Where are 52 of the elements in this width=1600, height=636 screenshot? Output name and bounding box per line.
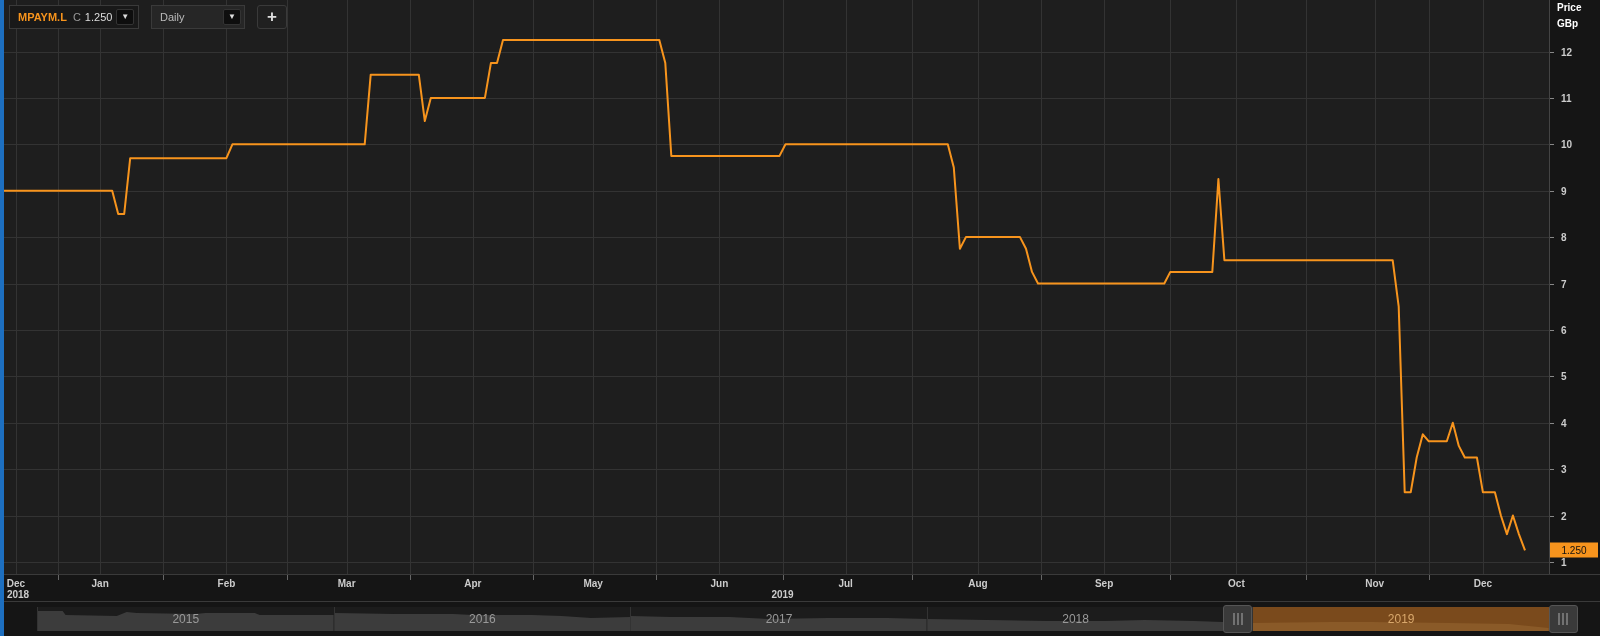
last-price-tag: 1.250 xyxy=(1550,542,1598,558)
year-label: 2018 xyxy=(1062,612,1089,626)
year-label: 2019 xyxy=(771,589,794,600)
price-label: C xyxy=(72,11,81,23)
axis-label: Jul xyxy=(838,578,853,589)
year-label: 2018 xyxy=(6,589,30,600)
axis-label: Dec xyxy=(6,578,26,589)
axis-label: Dec xyxy=(1473,578,1493,589)
axis-label: 6 xyxy=(1561,324,1567,336)
axis-label: Oct xyxy=(1228,578,1245,589)
axis-label: 2 xyxy=(1561,510,1567,522)
year-label: 2016 xyxy=(469,612,496,626)
axis-label: 8 xyxy=(1561,231,1567,243)
year-label: 2019 xyxy=(1387,612,1415,626)
axis-label: 1 xyxy=(1561,556,1567,568)
axis-label: Apr xyxy=(464,578,482,589)
timeline-segment[interactable]: 2019 xyxy=(1252,607,1549,631)
axis-label: Mar xyxy=(337,578,356,589)
range-handle[interactable] xyxy=(1548,605,1578,633)
axis-label: 9 xyxy=(1561,185,1567,197)
timeline-segment[interactable]: 2018 xyxy=(926,607,1224,631)
timeline-segment[interactable]: 2015 xyxy=(37,607,334,631)
axis-title: Price GBp xyxy=(1557,1,1583,31)
axis-label: 10 xyxy=(1561,138,1573,150)
axis-label: Nov xyxy=(1365,578,1385,589)
axis-label: 3 xyxy=(1561,463,1567,475)
grip-icon xyxy=(1232,613,1243,625)
symbol-field[interactable]: MPAYM.L C 1.250 ▼ xyxy=(9,5,139,29)
axis-label: Aug xyxy=(968,578,988,589)
year-label: 2015 xyxy=(172,612,200,626)
symbol-text: MPAYM.L xyxy=(18,11,67,23)
axis-label: 7 xyxy=(1561,278,1567,289)
axis-label: Sep xyxy=(1094,578,1114,589)
interval-text: Daily xyxy=(160,11,186,23)
timeline-segment[interactable]: 2016 xyxy=(333,607,631,631)
timeline-segment[interactable]: 2017 xyxy=(630,607,927,631)
axis-label: 12 xyxy=(1561,46,1573,57)
interval-dropdown[interactable]: Daily ▼ xyxy=(151,5,245,29)
year-label: 2017 xyxy=(765,612,793,626)
axis-label: May xyxy=(583,578,603,589)
dropdown-button[interactable]: ▼ xyxy=(223,9,241,25)
grip-icon xyxy=(1558,613,1569,625)
axis-label: Jun xyxy=(710,578,729,589)
axis-label: Feb xyxy=(217,578,236,589)
range-handle[interactable] xyxy=(1223,605,1253,633)
axis-label: 4 xyxy=(1561,417,1567,429)
axis-label: 11 xyxy=(1561,92,1572,104)
axis-label: Jan xyxy=(91,578,109,589)
add-button[interactable]: + xyxy=(257,5,287,29)
axis-label: 5 xyxy=(1561,370,1567,382)
price-text: 1.250 xyxy=(84,11,113,23)
dropdown-button[interactable]: ▼ xyxy=(116,9,134,25)
